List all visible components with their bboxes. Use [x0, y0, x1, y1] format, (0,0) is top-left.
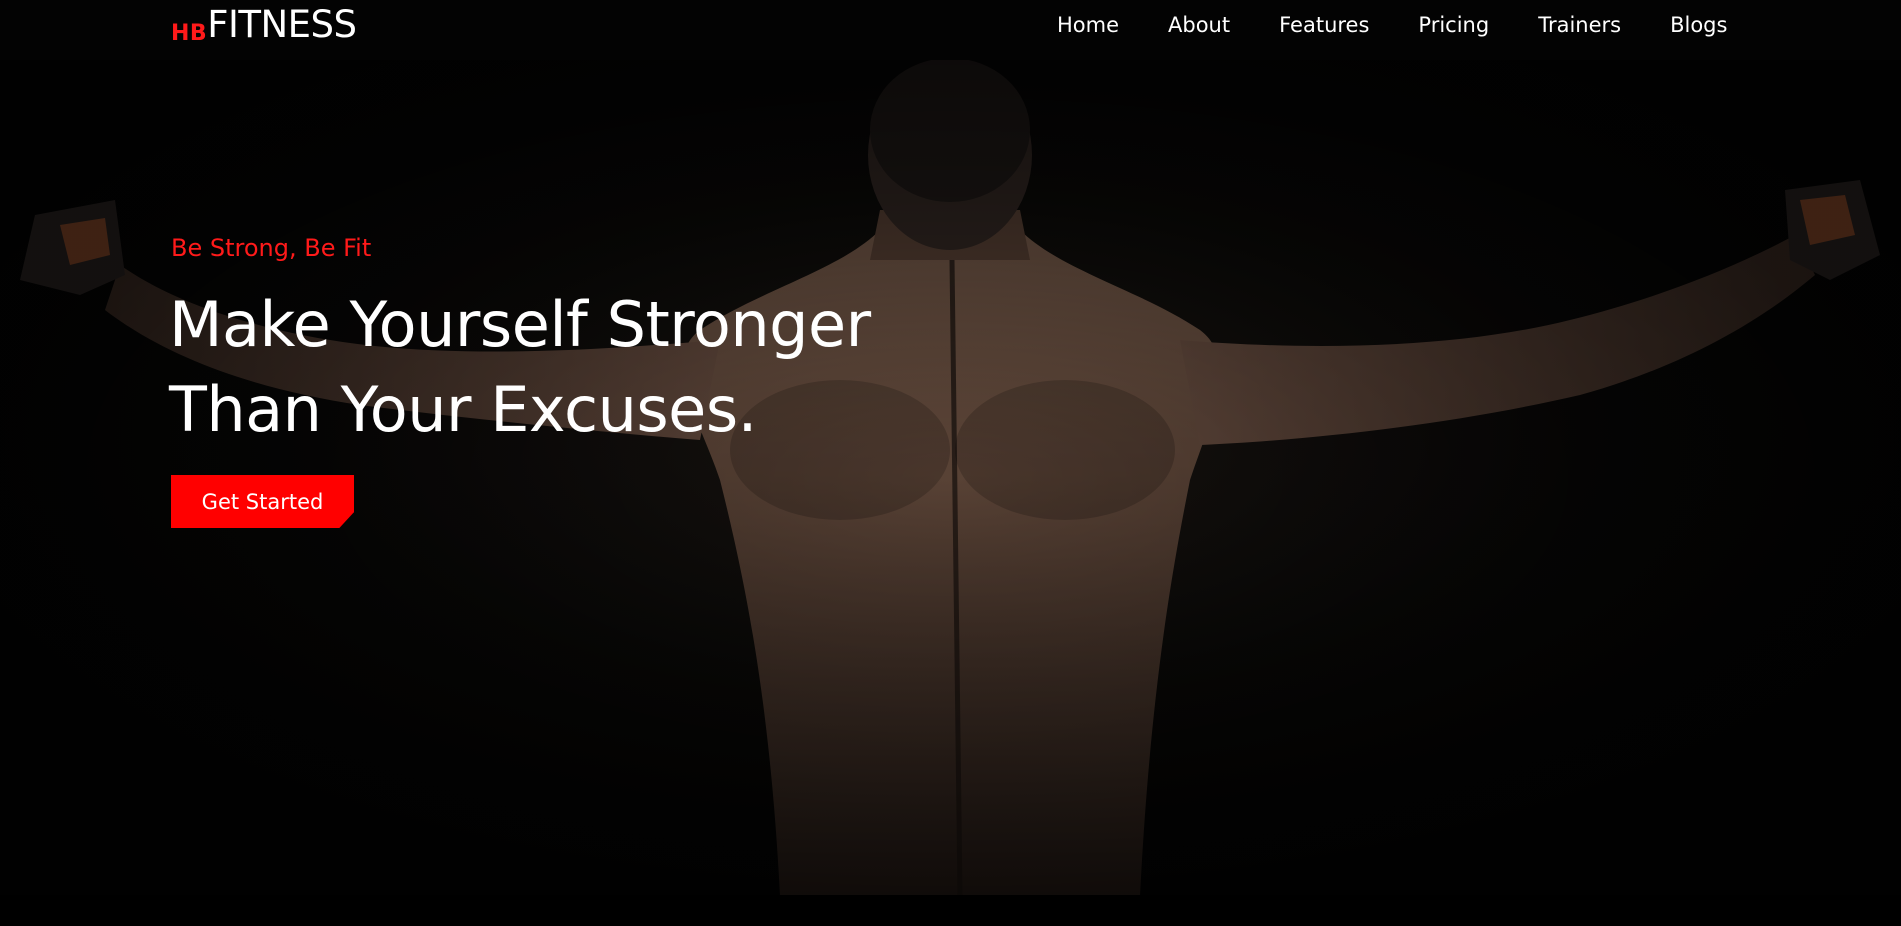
nav-menu: Home About Features Pricing Trainers Blo…	[1057, 13, 1727, 37]
brand-logo[interactable]: HBFITNESS	[171, 6, 357, 45]
brand-prefix: HB	[171, 21, 208, 46]
nav-item-home[interactable]: Home	[1057, 13, 1119, 37]
hero-headline-line-1: Make Yourself Stronger	[169, 288, 871, 361]
hero-headline: Make Yourself Stronger Than Your Excuses…	[169, 282, 871, 452]
hero-headline-line-2: Than Your Excuses.	[169, 373, 757, 446]
hero-tagline: Be Strong, Be Fit	[171, 234, 372, 262]
nav-item-about[interactable]: About	[1168, 13, 1230, 37]
page-bottom-strip	[0, 895, 1901, 926]
get-started-button[interactable]: Get Started	[171, 475, 354, 528]
nav-item-features[interactable]: Features	[1279, 13, 1369, 37]
nav-item-pricing[interactable]: Pricing	[1418, 13, 1489, 37]
nav-item-trainers[interactable]: Trainers	[1538, 13, 1621, 37]
landing-page: HBFITNESS Home About Features Pricing Tr…	[0, 0, 1901, 926]
brand-name: FITNESS	[207, 3, 357, 46]
top-navbar: HBFITNESS Home About Features Pricing Tr…	[0, 0, 1901, 56]
nav-item-blogs[interactable]: Blogs	[1670, 13, 1727, 37]
